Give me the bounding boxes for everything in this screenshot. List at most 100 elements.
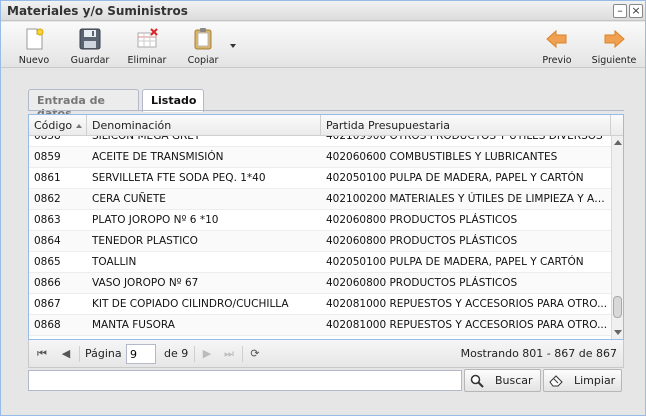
table-row[interactable]: 0862 CERA CUÑETE 402100200 MATERIALES Y …: [29, 189, 611, 210]
paging-toolbar: ⏮ ◀ Página de 9 ▶ ⏭ ⟳ Mostrando 801 - 86…: [28, 340, 624, 368]
grid-body: 0858 SILICON MEGA GREY 402109900 OTROS P…: [29, 136, 611, 339]
siguiente-label: Siguiente: [591, 55, 637, 66]
scroll-down-icon[interactable]: [614, 330, 622, 335]
data-grid: Código Denominación Partida Presupuestar…: [28, 114, 624, 340]
grid-header: Código Denominación Partida Presupuestar…: [29, 115, 623, 136]
eliminar-label: Eliminar: [127, 55, 167, 66]
cell-partida: 402109900 OTROS PRODUCTOS Y ÚTILES DIVER…: [326, 136, 603, 142]
title-bar: Materiales y/o Suministros – ×: [1, 1, 645, 21]
sort-ascending-icon: [76, 124, 83, 128]
tab-listado[interactable]: Listado: [142, 89, 204, 112]
magnifier-icon: [470, 374, 484, 388]
new-document-icon: [26, 28, 44, 50]
table-row[interactable]: 0868 MANTA FUSORA 402081000 REPUESTOS Y …: [29, 315, 611, 336]
pager-separator: [79, 346, 80, 362]
cell-codigo: 0861: [34, 172, 61, 184]
cell-codigo: 0863: [34, 214, 61, 226]
pager-separator: [242, 346, 243, 362]
cell-codigo: 0864: [34, 235, 61, 247]
copiar-button[interactable]: Copiar: [179, 25, 227, 67]
cell-codigo: 0867: [34, 298, 61, 310]
content-area: Entrada de datos Listado Código Denomina…: [1, 69, 645, 415]
previous-page-icon[interactable]: ◀: [59, 347, 73, 361]
table-row[interactable]: 0861 SERVILLETA FTE SODA PEQ. 1*40 40205…: [29, 168, 611, 189]
cell-partida: 402060800 PRODUCTOS PLÁSTICOS: [326, 214, 518, 226]
table-row[interactable]: 0866 VASO JOROPO Nº 67 402060800 PRODUCT…: [29, 273, 611, 294]
cell-denominacion: MANTA FUSORA: [92, 319, 175, 331]
cell-codigo: 0866: [34, 277, 61, 289]
first-page-icon[interactable]: ⏮: [35, 347, 49, 361]
page-number-input[interactable]: [126, 344, 156, 364]
materiales-window: Materiales y/o Suministros – × Nuevo Gua…: [0, 0, 646, 416]
cell-partida: 402081000 REPUESTOS Y ACCESORIOS PARA OT…: [326, 319, 608, 331]
column-header-partida[interactable]: Partida Presupuestaria: [321, 115, 611, 136]
cell-partida: 402081000 REPUESTOS Y ACCESORIOS PARA OT…: [326, 298, 608, 310]
eliminar-button[interactable]: Eliminar: [123, 25, 171, 67]
cell-denominacion: TENEDOR PLASTICO: [92, 235, 198, 247]
scroll-up-icon[interactable]: [614, 140, 622, 145]
table-row[interactable]: 0864 TENEDOR PLASTICO 402060800 PRODUCTO…: [29, 231, 611, 252]
page-count-label: de 9: [164, 347, 189, 360]
cell-denominacion: VASO JOROPO Nº 67: [92, 277, 199, 289]
cell-denominacion: PLATO JOROPO Nº 6 *10: [92, 214, 219, 226]
limpiar-button[interactable]: Limpiar: [543, 369, 622, 392]
column-header-denominacion[interactable]: Denominación: [87, 115, 321, 136]
guardar-label: Guardar: [70, 55, 110, 66]
scrollbar-thumb[interactable]: [613, 296, 622, 318]
cell-partida: 402050100 PULPA DE MADERA, PAPEL Y CARTÓ…: [326, 256, 584, 268]
column-header-label: Código: [34, 119, 73, 132]
buscar-button[interactable]: Buscar: [464, 369, 541, 392]
previo-label: Previo: [542, 55, 572, 66]
cell-codigo: 0859: [34, 151, 61, 163]
delete-table-icon: [137, 28, 158, 48]
arrow-right-icon: [604, 29, 625, 49]
search-input[interactable]: [28, 370, 462, 391]
cell-codigo: 0858: [34, 136, 61, 142]
tab-strip-divider: [28, 110, 624, 111]
cell-denominacion: ACEITE DE TRANSMISIÓN: [92, 151, 224, 163]
grid-vertical-scrollbar[interactable]: [611, 136, 623, 339]
column-header-label: Denominación: [92, 119, 172, 132]
siguiente-button[interactable]: Siguiente: [590, 25, 638, 67]
nuevo-button[interactable]: Nuevo: [10, 25, 58, 67]
refresh-icon[interactable]: ⟳: [248, 347, 262, 361]
tab-listado-label: Listado: [151, 94, 197, 107]
save-disk-icon: [79, 28, 101, 50]
cell-denominacion: SILICON MEGA GREY: [92, 136, 201, 142]
clear-eraser-icon: [549, 375, 563, 387]
nuevo-label: Nuevo: [18, 55, 50, 66]
limpiar-label: Limpiar: [574, 374, 616, 387]
cell-codigo: 0862: [34, 193, 61, 205]
table-row[interactable]: 0863 PLATO JOROPO Nº 6 *10 402060800 PRO…: [29, 210, 611, 231]
last-page-icon[interactable]: ⏭: [222, 347, 236, 361]
toolbar: Nuevo Guardar Eliminar Copiar Previo Sig…: [1, 22, 645, 68]
window-title: Materiales y/o Suministros: [7, 4, 188, 18]
table-row[interactable]: 0865 TOALLIN 402050100 PULPA DE MADERA, …: [29, 252, 611, 273]
copiar-dropdown-icon[interactable]: [230, 44, 236, 48]
cell-partida: 402050100 PULPA DE MADERA, PAPEL Y CARTÓ…: [326, 172, 584, 184]
cell-codigo: 0865: [34, 256, 61, 268]
paging-info: Mostrando 801 - 867 de 867: [460, 347, 617, 360]
arrow-left-icon: [546, 29, 567, 49]
table-row[interactable]: 0858 SILICON MEGA GREY 402109900 OTROS P…: [29, 136, 611, 147]
cell-denominacion: SERVILLETA FTE SODA PEQ. 1*40: [92, 172, 266, 184]
column-header-label: Partida Presupuestaria: [326, 119, 451, 132]
cell-denominacion: TOALLIN: [92, 256, 137, 268]
previo-button[interactable]: Previo: [533, 25, 581, 67]
close-icon[interactable]: ×: [629, 4, 643, 18]
minimize-icon[interactable]: –: [613, 4, 627, 18]
cell-denominacion: CERA CUÑETE: [92, 193, 166, 205]
table-row[interactable]: 0867 KIT DE COPIADO CILINDRO/CUCHILLA 40…: [29, 294, 611, 315]
column-header-codigo[interactable]: Código: [29, 115, 87, 136]
table-row[interactable]: 0859 ACEITE DE TRANSMISIÓN 402060600 COM…: [29, 147, 611, 168]
next-page-icon[interactable]: ▶: [200, 347, 214, 361]
cell-denominacion: KIT DE COPIADO CILINDRO/CUCHILLA: [92, 298, 289, 310]
cell-partida: 402060600 COMBUSTIBLES Y LUBRICANTES: [326, 151, 558, 163]
copiar-label: Copiar: [187, 55, 219, 66]
cell-partida: 402060800 PRODUCTOS PLÁSTICOS: [326, 277, 518, 289]
guardar-button[interactable]: Guardar: [66, 25, 114, 67]
tab-entrada-de-datos[interactable]: Entrada de datos: [28, 89, 139, 120]
cell-partida: 402060800 PRODUCTOS PLÁSTICOS: [326, 235, 518, 247]
clipboard-copy-icon: [194, 28, 212, 50]
buscar-label: Buscar: [495, 374, 533, 387]
